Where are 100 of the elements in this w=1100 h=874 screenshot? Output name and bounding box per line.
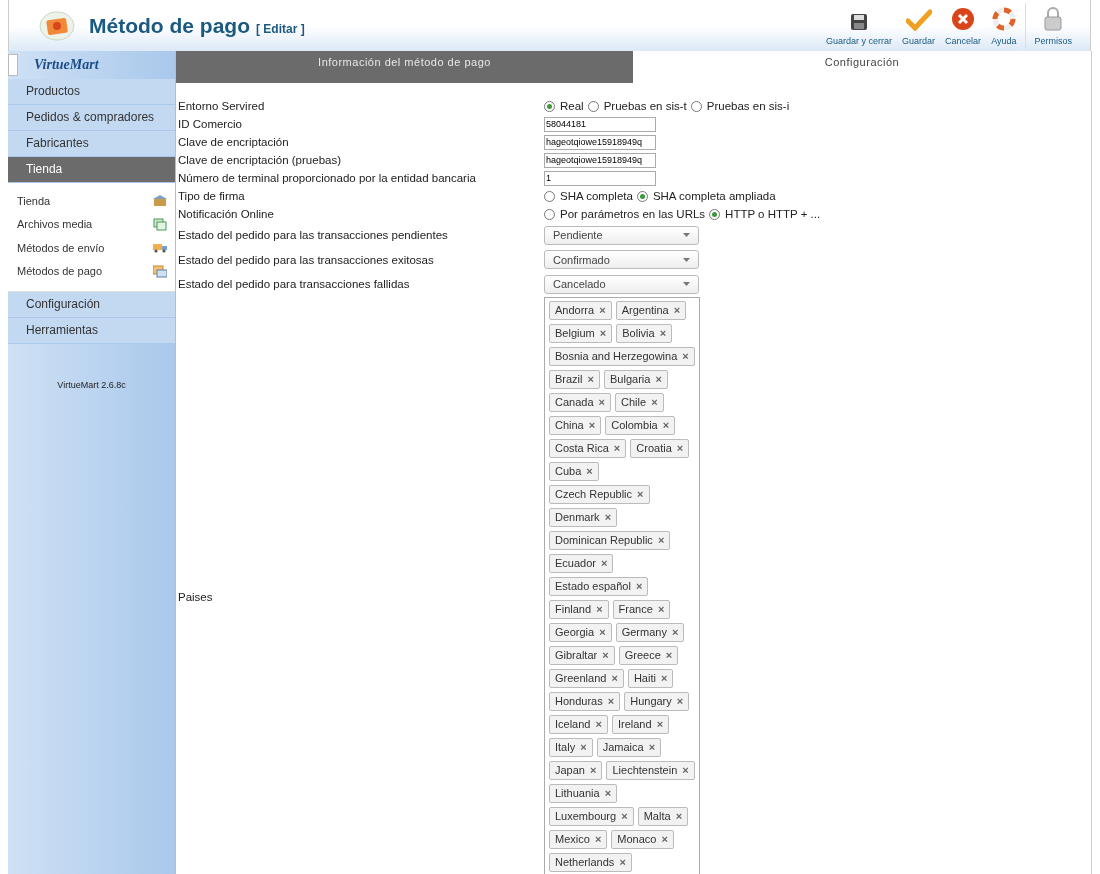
remove-tag-button[interactable]: × xyxy=(604,786,612,799)
country-tag: China × xyxy=(549,415,602,435)
submenu-item[interactable]: Archivos media xyxy=(17,218,93,231)
remove-tag-button[interactable]: × xyxy=(682,349,689,362)
remove-tag-button[interactable]: × xyxy=(587,372,594,385)
submenu-item[interactable]: Métodos de envío xyxy=(17,241,105,254)
remove-tag-button[interactable]: × xyxy=(651,395,658,408)
sidebar-item[interactable]: Pedidos & compradores xyxy=(8,105,175,131)
select-dropdown[interactable]: Cancelado xyxy=(544,274,699,294)
remove-tag-button[interactable]: × xyxy=(657,533,665,546)
radio-option[interactable]: SHA completa ampliada xyxy=(636,190,776,202)
country-tag: Hungary × xyxy=(624,691,690,711)
radio-option[interactable]: Pruebas en sis-i xyxy=(690,100,790,112)
remove-tag-button[interactable]: × xyxy=(648,740,656,753)
tab[interactable]: Información del método de pago xyxy=(176,51,633,83)
remove-tag-button[interactable]: × xyxy=(661,832,668,845)
remove-tag-button[interactable]: × xyxy=(635,579,643,592)
sidebar-item[interactable]: Tienda xyxy=(8,157,175,183)
radio-option[interactable]: SHA completa xyxy=(544,190,633,202)
remove-tag-button[interactable]: × xyxy=(657,602,665,615)
radio-option[interactable]: HTTP o HTTP + ... xyxy=(709,208,821,220)
country-tag: Mexico × xyxy=(549,829,608,849)
remove-tag-button[interactable]: × xyxy=(588,418,596,431)
remove-tag-button[interactable]: × xyxy=(619,855,626,868)
remove-tag-button[interactable]: × xyxy=(655,372,662,385)
remove-tag-button[interactable]: × xyxy=(682,763,689,776)
country-tag: Ecuador × xyxy=(549,553,614,573)
radio-option[interactable]: Por parámetros en las URLs xyxy=(544,208,706,220)
lifebuoy-icon xyxy=(991,6,1016,31)
collapse-tab[interactable] xyxy=(8,54,18,76)
remove-tag-button[interactable]: × xyxy=(671,625,679,638)
radio-button[interactable] xyxy=(709,208,721,220)
text-field[interactable]: 58044181 xyxy=(544,116,656,132)
select-dropdown[interactable]: Confirmado xyxy=(544,250,699,270)
radio-option[interactable]: Pruebas en sis-t xyxy=(587,100,687,112)
remove-tag-button[interactable]: × xyxy=(586,464,593,477)
toolbar-button[interactable]: Guardar xyxy=(897,2,941,49)
country-tag: Netherlands × xyxy=(549,852,632,872)
remove-tag-button[interactable]: × xyxy=(613,441,621,454)
country-multiselect[interactable] xyxy=(544,296,700,874)
radio-button[interactable] xyxy=(690,100,702,112)
remove-tag-button[interactable]: × xyxy=(599,303,606,316)
country-tag: Germany × xyxy=(615,622,685,642)
remove-tag-button[interactable]: × xyxy=(676,694,684,707)
country-tag: Argentina × xyxy=(615,300,687,320)
text-field[interactable]: 1 xyxy=(544,170,656,186)
country-tag: Lithuania × xyxy=(549,783,618,803)
remove-tag-button[interactable]: × xyxy=(580,740,587,753)
remove-tag-button[interactable]: × xyxy=(604,510,612,523)
radio-button[interactable] xyxy=(636,190,648,202)
remove-tag-button[interactable]: × xyxy=(665,648,673,661)
text-field[interactable]: hageotqiowe15918949q xyxy=(544,152,656,168)
radio-button[interactable] xyxy=(544,190,555,202)
toolbar-button[interactable]: Ayuda xyxy=(986,2,1022,49)
toolbar-button[interactable]: Cancelar xyxy=(940,2,987,49)
remove-tag-button[interactable]: × xyxy=(660,671,668,684)
field-label: Paises xyxy=(178,590,214,603)
remove-tag-button[interactable]: × xyxy=(595,717,602,730)
remove-tag-button[interactable]: × xyxy=(676,441,684,454)
radio-button[interactable] xyxy=(544,208,555,220)
submenu-item[interactable]: Métodos de pago xyxy=(17,265,102,278)
country-tag: Costa Rica × xyxy=(549,438,627,458)
country-tag: Bulgaria × xyxy=(604,369,668,389)
shop-icon xyxy=(153,194,167,208)
remove-tag-button[interactable]: × xyxy=(599,625,606,638)
truck-icon xyxy=(153,241,167,255)
remove-tag-button[interactable]: × xyxy=(607,694,615,707)
remove-tag-button[interactable]: × xyxy=(675,809,683,822)
text-field[interactable]: hageotqiowe15918949q xyxy=(544,134,656,150)
remove-tag-button[interactable]: × xyxy=(596,602,603,615)
toolbar-button[interactable]: Permisos xyxy=(1025,2,1080,49)
remove-tag-button[interactable]: × xyxy=(637,487,644,500)
submenu-item[interactable]: Tienda xyxy=(17,194,51,207)
remove-tag-button[interactable]: × xyxy=(598,395,606,408)
radio-button[interactable] xyxy=(544,100,555,112)
sidebar-item[interactable]: Fabricantes xyxy=(8,131,175,157)
sidebar-item[interactable]: Productos xyxy=(8,79,175,105)
remove-tag-button[interactable]: × xyxy=(599,326,607,339)
country-tag: Bolivia × xyxy=(616,323,673,343)
country-tag: Estado español × xyxy=(549,576,649,596)
remove-tag-button[interactable]: × xyxy=(602,648,609,661)
remove-tag-button[interactable]: × xyxy=(621,809,628,822)
remove-tag-button[interactable]: × xyxy=(656,717,664,730)
remove-tag-button[interactable]: × xyxy=(611,671,618,684)
radio-option[interactable]: Real xyxy=(544,100,584,112)
remove-tag-button[interactable]: × xyxy=(662,418,670,431)
remove-tag-button[interactable]: × xyxy=(590,763,597,776)
field-label: Tipo de firma xyxy=(178,190,246,202)
remove-tag-button[interactable]: × xyxy=(594,832,602,845)
radio-button[interactable] xyxy=(587,100,599,112)
remove-tag-button[interactable]: × xyxy=(673,303,681,316)
sidebar-item[interactable]: Herramientas xyxy=(8,318,175,344)
sidebar-item[interactable]: Configuración xyxy=(8,292,175,318)
country-tag: Canada × xyxy=(549,392,612,412)
select-dropdown[interactable]: Pendiente xyxy=(544,225,699,245)
country-tag: Georgia × xyxy=(549,622,612,642)
toolbar-button[interactable]: Guardar y cerrar xyxy=(821,2,898,49)
remove-tag-button[interactable]: × xyxy=(659,326,667,339)
country-tag: Chile × xyxy=(615,392,664,412)
remove-tag-button[interactable]: × xyxy=(601,556,608,569)
